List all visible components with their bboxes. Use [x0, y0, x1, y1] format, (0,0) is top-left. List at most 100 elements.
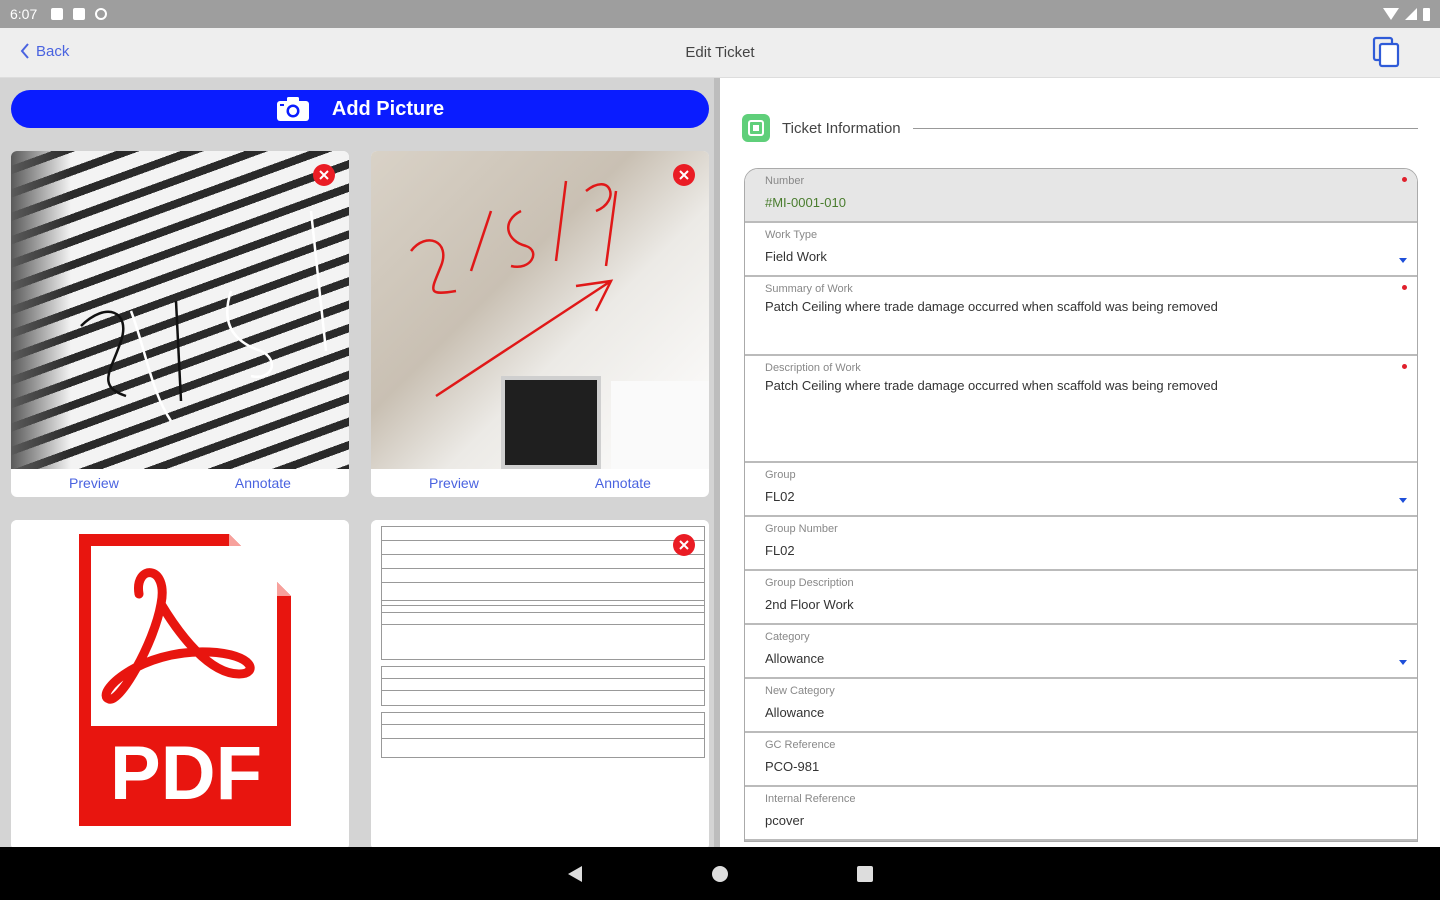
attachment-card-1: Preview Annotate — [11, 151, 349, 497]
field-summary-of-work[interactable]: Summary of Work Patch Ceiling where trad… — [745, 277, 1417, 356]
field-group-description[interactable]: Group Description 2nd Floor Work — [745, 571, 1417, 625]
add-picture-label: Add Picture — [331, 97, 445, 120]
field-label: Number — [765, 175, 805, 187]
preview-link[interactable]: Preview — [429, 475, 479, 491]
field-label: Category — [765, 631, 810, 643]
nav-home-icon[interactable] — [711, 864, 729, 884]
field-category[interactable]: Category Allowance — [745, 625, 1417, 679]
attachment-card-pdf: PDF — [11, 520, 349, 847]
status-bar: 6:07 — [0, 0, 1440, 28]
field-label: Internal Reference — [765, 793, 856, 805]
field-value: FL02 — [765, 489, 795, 504]
signal-icon — [1405, 8, 1417, 20]
field-label: Work Type — [765, 229, 818, 241]
pdf-label: PDF — [110, 731, 262, 816]
field-value: Field Work — [765, 249, 827, 264]
page-title: Edit Ticket — [685, 44, 755, 61]
doc-materials-table — [381, 712, 705, 758]
section-title: Ticket Information — [782, 119, 901, 137]
doc-labor-table — [381, 666, 705, 706]
remove-attachment-1-button[interactable] — [313, 164, 335, 186]
field-gc-reference[interactable]: GC Reference PCO-981 — [745, 733, 1417, 787]
field-internal-reference[interactable]: Internal Reference pcover — [745, 787, 1417, 841]
wifi-icon — [1383, 8, 1399, 20]
nav-back-icon[interactable] — [566, 864, 584, 884]
field-label: Group Description — [765, 577, 854, 589]
status-icons — [1383, 7, 1430, 21]
doc-rule — [381, 624, 705, 625]
required-indicator — [1402, 285, 1407, 290]
field-group[interactable]: Group FL02 — [745, 463, 1417, 517]
field-value: #MI-0001-010 — [765, 195, 846, 210]
field-value: FL02 — [765, 543, 795, 558]
attachment-photo-1[interactable] — [11, 151, 349, 469]
field-value: Allowance — [765, 651, 825, 666]
dropdown-arrow-icon[interactable] — [1399, 258, 1407, 263]
field-value: PCO-981 — [765, 759, 820, 774]
field-group-number[interactable]: Group Number FL02 — [745, 517, 1417, 571]
doc-rule — [381, 568, 705, 569]
system-nav-bar — [0, 847, 1440, 900]
close-icon — [679, 170, 689, 180]
sd-card-icon — [73, 8, 86, 20]
dropdown-arrow-icon[interactable] — [1399, 660, 1407, 665]
attachment-card-2: Preview Annotate — [371, 151, 709, 497]
field-value: Patch Ceiling where trade damage occurre… — [765, 299, 1218, 314]
doc-rule — [381, 540, 705, 541]
attachment-2-actions: Preview Annotate — [371, 469, 709, 497]
field-value: Patch Ceiling where trade damage occurre… — [765, 378, 1218, 393]
nav-recents-icon[interactable] — [856, 864, 874, 884]
attachments-pane: Add Picture Preview Annotate Preview Ann… — [0, 78, 720, 847]
ticket-form: Number #MI-0001-010 Work Type Field Work… — [744, 168, 1418, 842]
battery-icon — [1423, 7, 1430, 21]
copy-icon — [1372, 36, 1400, 68]
section-header: Ticket Information — [742, 114, 1418, 142]
attachment-photo-2[interactable] — [371, 151, 709, 469]
annotate-link[interactable]: Annotate — [595, 475, 651, 491]
attachment-1-actions: Preview Annotate — [11, 469, 349, 497]
preview-link[interactable]: Preview — [69, 475, 119, 491]
doc-rule — [381, 724, 705, 725]
field-value: pcover — [765, 813, 805, 828]
close-icon — [679, 540, 689, 550]
attachment-card-document — [371, 520, 709, 847]
field-value: 2nd Floor Work — [765, 597, 854, 612]
doc-rule — [381, 690, 705, 691]
field-number: Number #MI-0001-010 — [745, 169, 1417, 223]
required-indicator — [1402, 364, 1407, 369]
annotation-drawing — [410, 180, 618, 398]
document-attachment[interactable] — [371, 520, 709, 847]
field-description-of-work[interactable]: Description of Work Patch Ceiling where … — [745, 356, 1417, 463]
annotate-link[interactable]: Annotate — [235, 475, 291, 491]
remove-attachment-4-button[interactable] — [673, 534, 695, 556]
notification-icon — [51, 8, 64, 20]
required-indicator — [1402, 177, 1407, 182]
doc-rule — [381, 582, 705, 583]
field-label: Group Number — [765, 523, 838, 535]
field-new-category[interactable]: New Category Allowance — [745, 679, 1417, 733]
doc-rule — [381, 738, 705, 739]
annotation-drawing — [80, 210, 328, 422]
doc-rule — [381, 678, 705, 679]
ticket-form-pane: Ticket Information Number #MI-0001-010 W… — [720, 78, 1440, 847]
remove-attachment-2-button[interactable] — [673, 164, 695, 186]
pdf-attachment[interactable]: PDF — [11, 520, 349, 847]
dropdown-arrow-icon[interactable] — [1399, 498, 1407, 503]
field-label: Summary of Work — [765, 283, 853, 295]
ticket-info-icon — [742, 114, 770, 142]
section-rule — [912, 127, 1418, 129]
camera-icon — [276, 97, 309, 121]
doc-rule — [381, 554, 705, 555]
doc-summary-block — [381, 600, 705, 660]
status-time: 6:07 — [10, 6, 38, 22]
field-label: Group — [765, 469, 796, 481]
doc-rule — [381, 612, 705, 613]
field-label: GC Reference — [765, 739, 836, 751]
add-picture-button[interactable]: Add Picture — [11, 90, 709, 128]
field-label: Description of Work — [765, 362, 861, 374]
field-value: Allowance — [765, 705, 825, 720]
field-label: New Category — [765, 685, 835, 697]
close-icon — [319, 170, 329, 180]
field-work-type[interactable]: Work Type Field Work — [745, 223, 1417, 277]
copy-button[interactable] — [1370, 36, 1404, 70]
